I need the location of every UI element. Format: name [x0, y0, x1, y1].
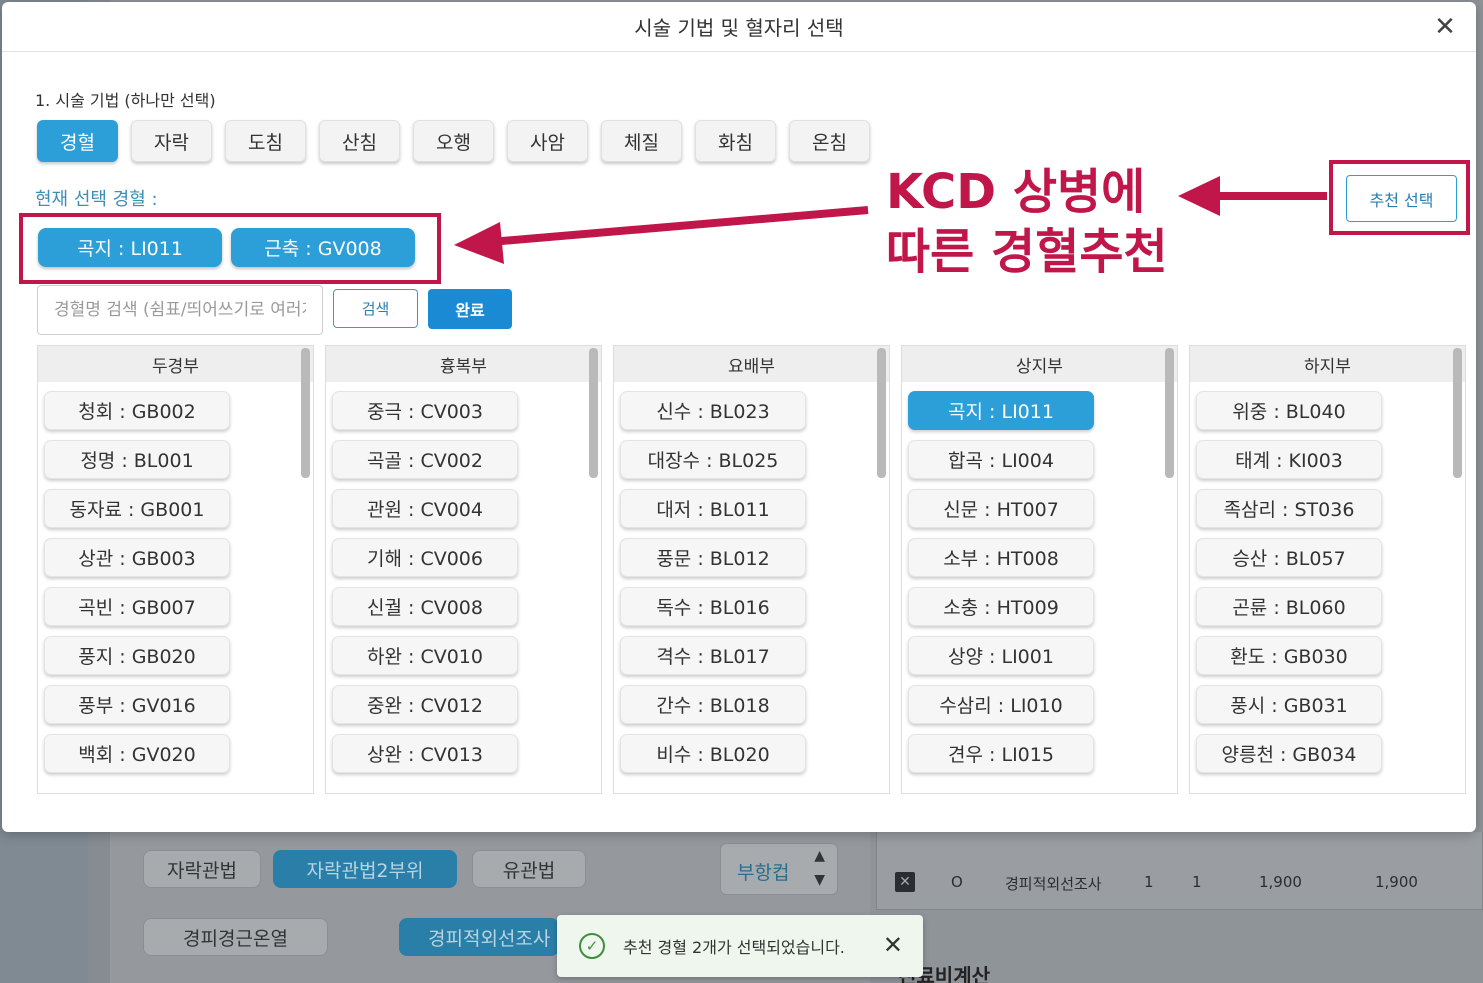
- acupoint-button[interactable]: 곡골 : CV002: [332, 440, 518, 479]
- bg-row-total: 1,900: [1375, 873, 1418, 891]
- acupoint-button[interactable]: 백회 : GV020: [44, 734, 230, 773]
- bg-row-qty2: 1: [1192, 873, 1202, 891]
- acupoint-button[interactable]: 위중 : BL040: [1196, 391, 1382, 430]
- column-lower-limb: 하지부 위중 : BL040 태계 : KI003 족삼리 : ST036 승산…: [1189, 345, 1466, 794]
- column-list: 청회 : GB002 정명 : BL001 동자료 : GB001 상관 : G…: [38, 382, 313, 773]
- column-title: 상지부: [902, 346, 1177, 382]
- acupoint-button[interactable]: 수삼리 : LI010: [908, 685, 1094, 724]
- column-list: 곡지 : LI011 합곡 : LI004 신문 : HT007 소부 : HT…: [902, 382, 1177, 773]
- chevron-up-icon: ▲: [814, 848, 825, 864]
- column-title: 요배부: [614, 346, 889, 382]
- acupoint-button[interactable]: 정명 : BL001: [44, 440, 230, 479]
- acupoint-button[interactable]: 곡빈 : GB007: [44, 587, 230, 626]
- bg-button-thermal: 경피경근온열: [143, 918, 328, 956]
- column-scrollbar[interactable]: [1453, 348, 1462, 478]
- column-upper-limb: 상지부 곡지 : LI011 합곡 : LI004 신문 : HT007 소부 …: [901, 345, 1178, 794]
- acupoint-button[interactable]: 비수 : BL020: [620, 734, 806, 773]
- acupoint-button[interactable]: 대저 : BL011: [620, 489, 806, 528]
- annotation-arrowhead-right: [1178, 176, 1220, 216]
- column-scrollbar[interactable]: [877, 348, 886, 478]
- column-title: 흉복부: [326, 346, 601, 382]
- kcd-annotation: KCD 상병에 따른 경혈추천: [886, 162, 1168, 282]
- bg-button-jarak: 자락관법: [143, 850, 261, 888]
- acupoint-button[interactable]: 소충 : HT009: [908, 587, 1094, 626]
- chevron-down-icon: ▼: [814, 872, 825, 888]
- acupoint-button[interactable]: 풍부 : GV016: [44, 685, 230, 724]
- acupoint-button[interactable]: 양릉천 : GB034: [1196, 734, 1382, 773]
- annotation-arrowhead-left: [454, 222, 504, 264]
- bg-row-price: 1,900: [1259, 873, 1302, 891]
- column-title: 하지부: [1190, 346, 1465, 382]
- done-button[interactable]: 완료: [428, 289, 512, 329]
- column-title: 두경부: [38, 346, 313, 382]
- recommend-select-button[interactable]: 추천 선택: [1346, 175, 1457, 222]
- acupoint-button[interactable]: 대장수 : BL025: [620, 440, 806, 479]
- annotation-line-2: 따른 경혈추천: [886, 224, 1168, 280]
- bg-row-mark: O: [951, 873, 963, 891]
- acupoint-button[interactable]: 중완 : CV012: [332, 685, 518, 724]
- column-list: 중극 : CV003 곡골 : CV002 관원 : CV004 기해 : CV…: [326, 382, 601, 773]
- acupoint-button[interactable]: 소부 : HT008: [908, 538, 1094, 577]
- column-list: 위중 : BL040 태계 : KI003 족삼리 : ST036 승산 : B…: [1190, 382, 1465, 773]
- acupoint-button[interactable]: 풍문 : BL012: [620, 538, 806, 577]
- acupoint-button[interactable]: 상완 : CV013: [332, 734, 518, 773]
- acupoint-button[interactable]: 승산 : BL057: [1196, 538, 1382, 577]
- bg-row-name: 경피적외선조사: [1005, 875, 1102, 893]
- check-circle-icon: ✓: [579, 933, 605, 959]
- acupoint-button[interactable]: 견우 : LI015: [908, 734, 1094, 773]
- acupoint-button[interactable]: 독수 : BL016: [620, 587, 806, 626]
- toast-message: 추천 경혈 2개가 선택되었습니다.: [623, 938, 845, 957]
- acupoint-button[interactable]: 기해 : CV006: [332, 538, 518, 577]
- acupoint-button[interactable]: 환도 : GB030: [1196, 636, 1382, 675]
- acupoint-button[interactable]: 신문 : HT007: [908, 489, 1094, 528]
- bg-row-qty1: 1: [1144, 873, 1154, 891]
- bg-cup-stepper: 부항컵 ▲ ▼: [720, 843, 838, 895]
- annotation-line-1: KCD 상병에: [886, 164, 1146, 220]
- acupoint-button[interactable]: 중극 : CV003: [332, 391, 518, 430]
- bg-button-yugwan: 유관법: [472, 850, 586, 888]
- column-scrollbar[interactable]: [1165, 348, 1174, 478]
- annotation-arrows: [454, 176, 1327, 264]
- acupoint-button[interactable]: 풍시 : GB031: [1196, 685, 1382, 724]
- search-button[interactable]: 검색: [333, 289, 418, 328]
- acupoint-button[interactable]: 족삼리 : ST036: [1196, 489, 1382, 528]
- acupoint-columns: 두경부 청회 : GB002 정명 : BL001 동자료 : GB001 상관…: [37, 345, 1466, 794]
- column-scrollbar[interactable]: [589, 348, 598, 478]
- acupoint-button[interactable]: 신수 : BL023: [620, 391, 806, 430]
- acupoint-search-input[interactable]: [37, 285, 323, 335]
- annotation-arrow-line-left: [489, 206, 869, 246]
- bg-button-jarak-2: 자락관법2부위: [273, 850, 457, 888]
- acupoint-button[interactable]: 곤륜 : BL060: [1196, 587, 1382, 626]
- toast-close-icon[interactable]: ✕: [883, 933, 903, 957]
- acupoint-button[interactable]: 풍지 : GB020: [44, 636, 230, 675]
- background-table-panel: [876, 832, 1483, 910]
- column-chest-abdomen: 흉복부 중극 : CV003 곡골 : CV002 관원 : CV004 기해 …: [325, 345, 602, 794]
- column-scrollbar[interactable]: [301, 348, 310, 478]
- acupoint-button[interactable]: 합곡 : LI004: [908, 440, 1094, 479]
- bg-button-infrared: 경피적외선조사: [399, 918, 559, 956]
- acupoint-button[interactable]: 신궐 : CV008: [332, 587, 518, 626]
- acupoint-button[interactable]: 동자료 : GB001: [44, 489, 230, 528]
- column-list: 신수 : BL023 대장수 : BL025 대저 : BL011 풍문 : B…: [614, 382, 889, 773]
- acupoint-button[interactable]: 태계 : KI003: [1196, 440, 1382, 479]
- bg-stepper-label: 부항컵: [737, 862, 790, 884]
- acupoint-button[interactable]: 상양 : LI001: [908, 636, 1094, 675]
- acupoint-button[interactable]: 관원 : CV004: [332, 489, 518, 528]
- acupoint-button[interactable]: 하완 : CV010: [332, 636, 518, 675]
- acupoint-button[interactable]: 청회 : GB002: [44, 391, 230, 430]
- bg-row-checkbox: ✕: [895, 872, 915, 892]
- acupoint-button-selected[interactable]: 곡지 : LI011: [908, 391, 1094, 430]
- acupoint-selection-modal: 시술 기법 및 혈자리 선택 ✕ 1. 시술 기법 (하나만 선택) 경혈 자락…: [2, 2, 1476, 832]
- column-lower-back: 요배부 신수 : BL023 대장수 : BL025 대저 : BL011 풍문…: [613, 345, 890, 794]
- acupoint-button[interactable]: 간수 : BL018: [620, 685, 806, 724]
- acupoint-button[interactable]: 격수 : BL017: [620, 636, 806, 675]
- acupoint-button[interactable]: 상관 : GB003: [44, 538, 230, 577]
- column-head-neck: 두경부 청회 : GB002 정명 : BL001 동자료 : GB001 상관…: [37, 345, 314, 794]
- success-toast: ✓ 추천 경혈 2개가 선택되었습니다. ✕: [557, 915, 923, 977]
